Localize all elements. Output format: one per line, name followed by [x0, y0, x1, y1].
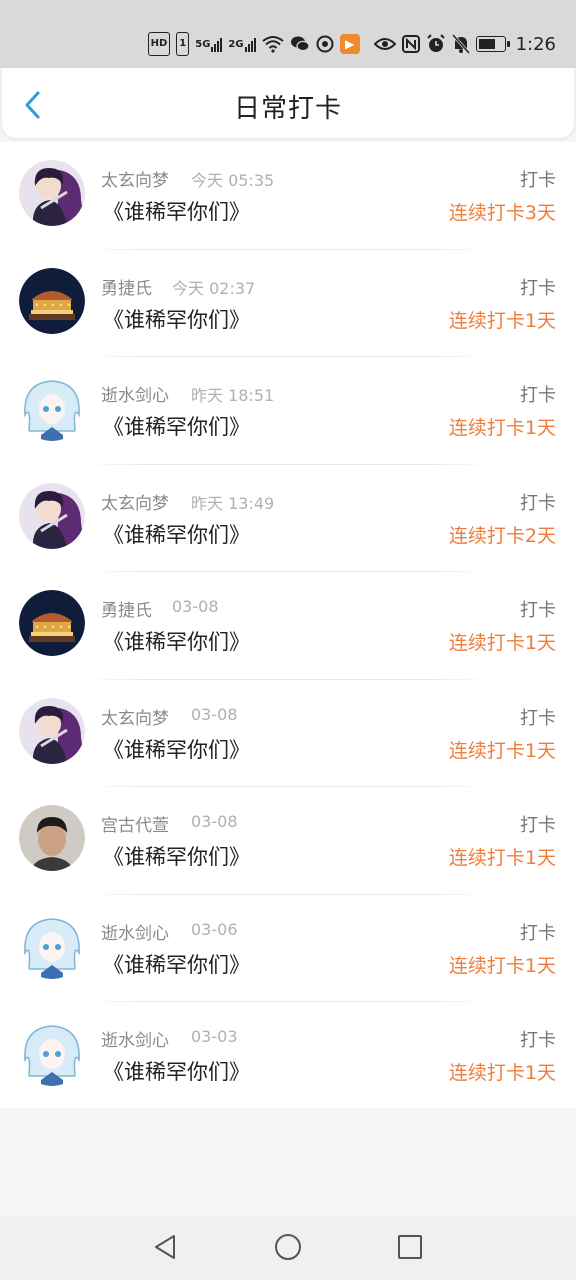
checkin-time: 今天 02:37	[172, 278, 256, 298]
avatar[interactable]	[19, 1020, 85, 1086]
page-title: 日常打卡	[233, 94, 342, 124]
book-title[interactable]: 《谁稀罕你们》	[103, 626, 250, 656]
alarm-icon	[426, 33, 446, 55]
checkin-label: 打卡	[520, 170, 556, 191]
streak-label: 连续打卡1天	[448, 309, 556, 332]
book-title[interactable]: 《谁稀罕你们》	[103, 734, 250, 764]
battery-icon	[475, 33, 510, 55]
list-item[interactable]: 太玄向梦 03-08 《谁稀罕你们》 打卡连续打卡1天	[0, 680, 576, 787]
status-icons: HD 1 5G 2G ▶ 1:26	[147, 30, 556, 58]
checkin-time: 昨天 13:49	[191, 493, 275, 513]
streak-label: 连续打卡1天	[448, 847, 556, 869]
list-item[interactable]: 逝水剑心 昨天 18:51 《谁稀罕你们》 打卡连续打卡1天	[0, 357, 576, 465]
checkin-time: 03-03	[191, 1027, 238, 1046]
streak-label: 连续打卡1天	[448, 954, 556, 977]
list-item[interactable]: 逝水剑心 03-06 《谁稀罕你们》 打卡连续打卡1天	[0, 895, 576, 1002]
checkin-label: 打卡	[520, 1030, 556, 1051]
avatar[interactable]	[19, 912, 85, 979]
nfc-icon	[401, 33, 420, 55]
eye-icon	[373, 33, 396, 55]
signal-2g-icon: 2G	[228, 33, 256, 55]
signal-5g-icon: 5G	[195, 33, 223, 55]
wifi-icon	[261, 33, 284, 55]
nav-recents-button[interactable]	[395, 1232, 425, 1262]
streak-label: 连续打卡2天	[448, 524, 556, 547]
checkin-label: 打卡	[520, 492, 556, 514]
avatar[interactable]	[19, 805, 85, 871]
streak-label: 连续打卡1天	[448, 632, 556, 654]
user-name[interactable]: 勇捷氏	[101, 274, 152, 299]
user-name[interactable]: 太玄向梦	[101, 489, 169, 514]
video-app-icon: ▶	[339, 34, 360, 54]
streak-label: 连续打卡1天	[448, 417, 556, 439]
streak-label: 连续打卡1天	[448, 739, 556, 762]
nav-home-button[interactable]	[273, 1232, 303, 1262]
avatar[interactable]	[19, 697, 85, 764]
checkin-time: 03-08	[191, 704, 238, 724]
mute-bell-icon	[451, 33, 470, 55]
checkin-label: 打卡	[520, 277, 556, 299]
sim-indicator: 1	[176, 32, 190, 56]
camera-app-icon	[316, 33, 334, 55]
checkin-time: 昨天 18:51	[191, 386, 275, 405]
nav-back-button[interactable]	[150, 1232, 180, 1262]
list-item[interactable]: 太玄向梦 今天 05:35 《谁稀罕你们》 打卡连续打卡3天	[0, 142, 576, 250]
checkin-label: 打卡	[520, 922, 556, 944]
header-bar: 日常打卡	[2, 68, 574, 138]
user-name[interactable]: 逝水剑心	[101, 381, 169, 406]
triangle-back-icon	[155, 1235, 175, 1259]
avatar[interactable]	[19, 590, 85, 656]
list-item[interactable]: 勇捷氏 03-08 《谁稀罕你们》 打卡连续打卡1天	[0, 572, 576, 680]
circle-home-icon	[275, 1234, 301, 1260]
avatar[interactable]	[19, 482, 85, 549]
checkin-time: 今天 05:35	[191, 171, 275, 190]
status-bar: HD 1 5G 2G ▶ 1:26	[0, 0, 576, 68]
checkin-label: 打卡	[520, 815, 556, 836]
user-name[interactable]: 宫古代萱	[101, 811, 169, 836]
list-item[interactable]: 太玄向梦 昨天 13:49 《谁稀罕你们》 打卡连续打卡2天	[0, 465, 576, 572]
book-title[interactable]: 《谁稀罕你们》	[103, 411, 250, 441]
checkin-list: 太玄向梦 今天 05:35 《谁稀罕你们》 打卡 连续打卡3天 勇捷氏 今天 02:37 《谁…	[0, 142, 576, 1108]
avatar[interactable]	[19, 375, 85, 441]
list-item[interactable]: 勇捷氏 今天 02:37 《谁稀罕你们》 打卡连续打卡1天	[0, 250, 576, 357]
streak-label: 连续打卡3天	[448, 202, 556, 224]
user-name[interactable]: 太玄向梦	[101, 704, 169, 729]
book-title[interactable]: 《谁稀罕你们》	[103, 949, 250, 979]
book-title[interactable]: 《谁稀罕你们》	[103, 519, 250, 549]
system-nav-bar	[0, 1216, 576, 1280]
avatar[interactable]	[19, 267, 85, 334]
checkin-label: 打卡	[520, 600, 556, 621]
user-name[interactable]: 逝水剑心	[101, 919, 169, 944]
list-item[interactable]: 逝水剑心 03-03 《谁稀罕你们》 打卡连续打卡1天	[0, 1002, 576, 1108]
book-title[interactable]: 《谁稀罕你们》	[103, 841, 250, 871]
book-title[interactable]: 《谁稀罕你们》	[103, 196, 250, 226]
book-title[interactable]: 《谁稀罕你们》	[103, 1056, 250, 1086]
wechat-icon	[290, 33, 310, 55]
book-title[interactable]: 《谁稀罕你们》	[103, 304, 250, 334]
user-name[interactable]: 勇捷氏	[101, 596, 152, 621]
clock: 1:26	[515, 33, 556, 55]
hd-indicator: HD	[147, 32, 171, 56]
streak-label: 连续打卡1天	[448, 1062, 556, 1084]
square-recents-icon	[398, 1235, 422, 1259]
avatar[interactable]	[19, 160, 85, 226]
user-name[interactable]: 逝水剑心	[101, 1026, 169, 1051]
checkin-time: 03-08	[172, 597, 219, 616]
checkin-label: 打卡	[520, 385, 556, 406]
checkin-label: 打卡	[520, 707, 556, 729]
checkin-time: 03-08	[191, 812, 238, 831]
checkin-time: 03-06	[191, 919, 238, 939]
user-name[interactable]: 太玄向梦	[101, 166, 169, 191]
list-item[interactable]: 宫古代萱 03-08 《谁稀罕你们》 打卡连续打卡1天	[0, 787, 576, 895]
